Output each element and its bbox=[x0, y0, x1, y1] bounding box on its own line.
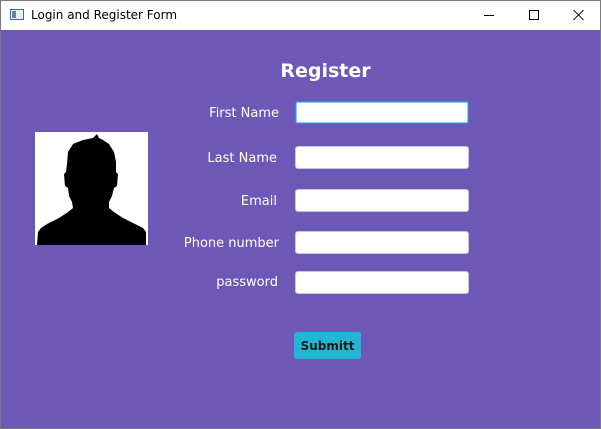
phone-number-field[interactable] bbox=[295, 231, 469, 254]
minimize-button[interactable] bbox=[465, 1, 511, 30]
register-panel: Register First Name Last Name Email Phon… bbox=[1, 30, 600, 428]
app-window: Login and Register Form Register First N… bbox=[0, 0, 601, 429]
maximize-icon bbox=[529, 10, 539, 20]
person-silhouette-icon bbox=[35, 132, 148, 245]
password-field[interactable] bbox=[295, 271, 469, 294]
email-field[interactable] bbox=[295, 189, 469, 212]
maximize-button[interactable] bbox=[511, 1, 557, 30]
window-title: Login and Register Form bbox=[31, 8, 178, 22]
first-name-label: First Name bbox=[209, 106, 279, 121]
submit-button[interactable]: Submitt bbox=[294, 332, 361, 359]
first-name-field[interactable] bbox=[295, 101, 469, 124]
close-button[interactable] bbox=[556, 1, 601, 30]
minimize-icon bbox=[484, 15, 494, 16]
app-window-icon bbox=[10, 9, 24, 20]
close-icon bbox=[573, 9, 585, 21]
form-heading: Register bbox=[280, 60, 371, 82]
title-bar[interactable]: Login and Register Form bbox=[1, 1, 600, 30]
last-name-label: Last Name bbox=[207, 151, 277, 166]
last-name-field[interactable] bbox=[295, 146, 469, 169]
phone-number-label: Phone number bbox=[183, 236, 279, 251]
email-label: Email bbox=[240, 194, 277, 209]
password-label: password bbox=[216, 275, 278, 290]
